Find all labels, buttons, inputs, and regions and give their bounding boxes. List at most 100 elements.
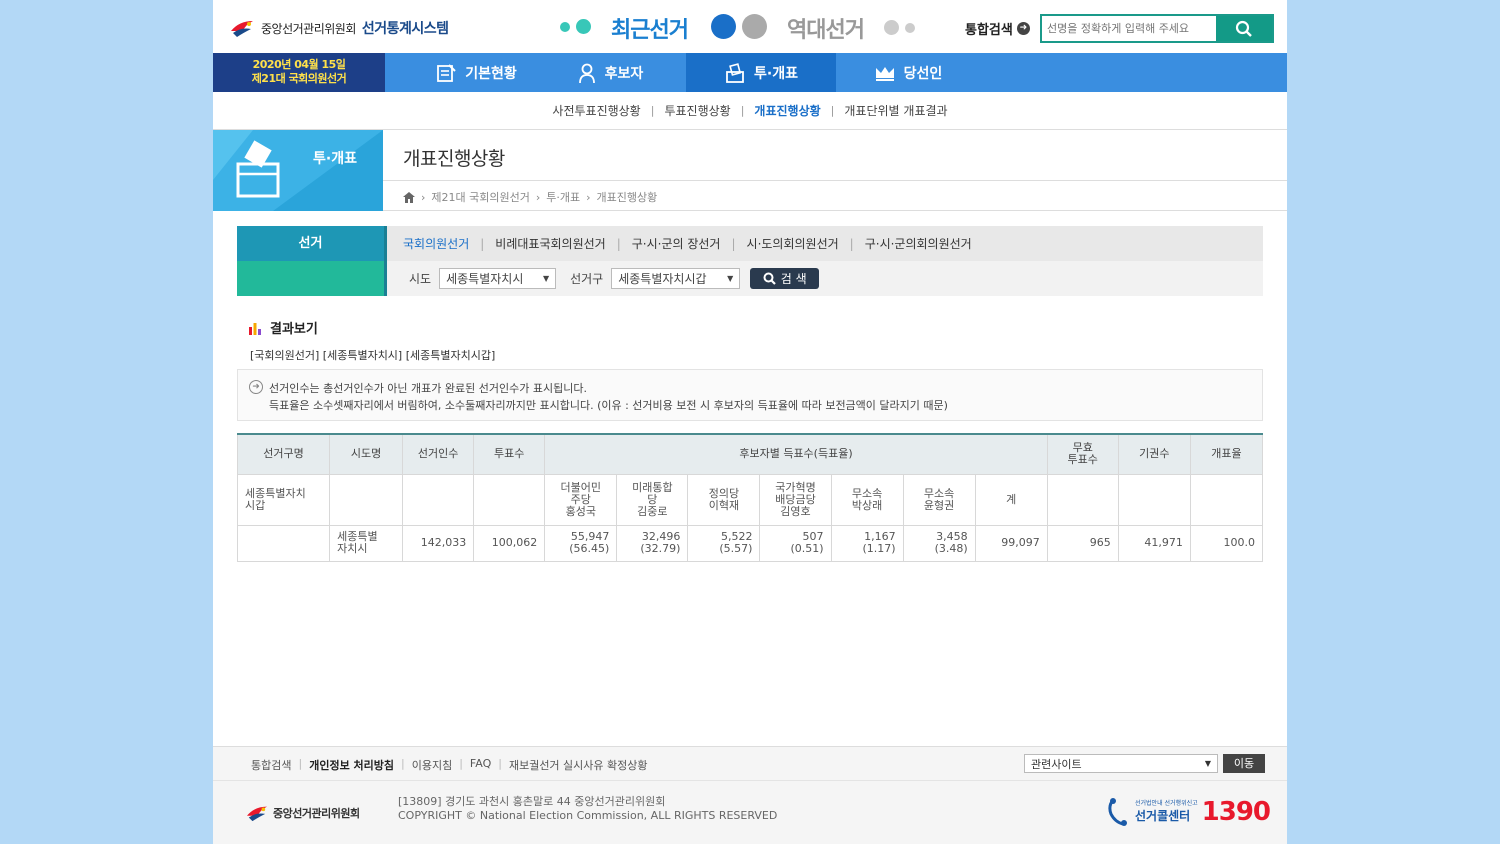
result-path: [국회의원선거] [세종특별자치시] [세종특별자치시갑] — [250, 349, 496, 362]
page-title: 개표진행상황 — [403, 148, 505, 170]
bird-logo-icon — [231, 21, 253, 37]
person-icon — [578, 63, 595, 83]
sido-select[interactable]: 세종특별자치시 ▼ — [439, 268, 557, 289]
past-elections-link[interactable]: 역대선거 — [787, 12, 865, 44]
submenu-early-voting[interactable]: 사전투표진행상황 — [552, 102, 640, 119]
submenu-voting-progress[interactable]: 투표진행상황 — [664, 102, 730, 119]
recent-elections-link[interactable]: 최근선거 — [611, 12, 689, 44]
sido-cell: 세종특별 자치시 — [329, 524, 404, 562]
col-candidate-votes: 후보자별 득표수(득표율) — [544, 433, 1048, 475]
cand-votes-cell: 5,522 (5.57) — [687, 524, 761, 562]
notice-text: 선거인수는 총선거인수가 아닌 개표가 완료된 선거인수가 표시됩니다. — [269, 382, 587, 395]
section-label: 투·개표 — [313, 151, 357, 167]
col-sido: 시도명 — [329, 433, 404, 475]
col-electors: 선거인수 — [402, 433, 475, 475]
chart-bar-icon — [249, 322, 261, 335]
filter-selects: 시도 세종특별자치시 ▼ 선거구 세종특별자치시갑 ▼ 검 색 — [387, 261, 1263, 296]
candidate-total-label: 계 — [974, 473, 1048, 526]
col-invalid: 무효 투표수 — [1046, 433, 1119, 475]
electors-cell: 142,033 — [402, 524, 475, 562]
bird-logo-icon — [247, 806, 267, 822]
nav-basic-status[interactable]: 기본현황 — [401, 53, 551, 92]
footer-link-byelection[interactable]: 재보궐선거 실시사유 확정상황 — [509, 757, 648, 773]
footer-link-faq[interactable]: FAQ — [470, 757, 491, 773]
breadcrumb-item[interactable]: 제21대 국회의원선거 — [431, 189, 529, 205]
result-title: 결과보기 — [248, 318, 318, 337]
arrow-right-icon: ➜ — [1016, 22, 1030, 35]
col-rate: 개표율 — [1189, 433, 1264, 475]
footer-link-privacy[interactable]: 개인정보 처리방침 — [309, 757, 394, 773]
breadcrumb: › 제21대 국회의원선거 › 투·개표 › 개표진행상황 — [403, 189, 657, 205]
footer-address: [13809] 경기도 과천시 홍촌말로 44 중앙선거관리위원회 COPYRI… — [398, 795, 778, 822]
related-sites-select[interactable]: 관련사이트 ▼ — [1024, 754, 1218, 773]
tab-local-council[interactable]: 구·시·군의회의원선거 — [865, 235, 972, 252]
chevron-down-icon: ▼ — [727, 274, 734, 283]
sub-menu: 사전투표진행상황 | 투표진행상황 | 개표진행상황 | 개표단위별 개표결과 — [213, 92, 1287, 130]
footer: 통합검색 | 개인정보 처리방침 | 이용지침 | FAQ | 재보궐선거 실시… — [213, 747, 1287, 844]
election-date-badge[interactable]: 2020년 04월 15일 제21대 국회의원선거 — [213, 53, 385, 92]
district-cell: 세종특별자치 시갑 — [236, 473, 331, 526]
candidate-name: 무소속 윤형권 — [902, 473, 976, 526]
phone-icon — [1108, 798, 1127, 826]
abstain-cell: 41,971 — [1117, 524, 1191, 562]
footer-logo: 중앙선거관리위원회 — [245, 803, 360, 823]
candidate-name: 정의당 이혁재 — [687, 473, 761, 526]
nav-winners[interactable]: 당선인 — [833, 53, 983, 92]
past-dots — [884, 20, 915, 35]
candidate-name: 더불어민 주당 홍성국 — [544, 473, 618, 526]
notice-text: 득표율은 소수셋째자리에서 버림하여, 소수둘째자리까지만 표시합니다. (이유… — [269, 399, 948, 412]
district-label: 선거구 — [570, 272, 604, 286]
page: 중앙선거관리위원회 선거통계시스템 최근선거 역대선거 통합검색 ➜ 선명을 정… — [213, 0, 1287, 844]
integrated-search-label: 통합검색 ➜ — [965, 19, 1030, 38]
crown-icon — [875, 66, 894, 81]
candidate-name: 미래통합 당 김중로 — [616, 473, 689, 526]
call-number: 1390 — [1201, 797, 1271, 827]
document-icon — [437, 63, 456, 82]
cand-votes-cell: 3,458 (3.48) — [902, 524, 976, 562]
candidate-row: 세종특별자치 시갑 더불어민 주당 홍성국 미래통합 당 김중로 정의당 이혁재 국가혁명 배… — [236, 473, 1264, 526]
info-arrow-icon: ➜ — [249, 380, 263, 394]
submenu-counting-results[interactable]: 개표단위별 개표결과 — [844, 102, 947, 119]
cand-votes-cell: 32,496 (32.79) — [616, 524, 689, 562]
search-input[interactable] — [1042, 16, 1216, 41]
filter-search-button[interactable]: 검 색 — [750, 268, 820, 289]
search-icon — [1235, 20, 1252, 37]
call-center: 선거법안내 선거행위신고 선거콜센터 1390 — [1107, 797, 1271, 827]
submenu-counting-progress[interactable]: 개표진행상황 — [754, 102, 820, 119]
site-logo[interactable]: 중앙선거관리위원회 선거통계시스템 — [229, 16, 449, 40]
tab-proportional[interactable]: 비례대표국회의원선거 — [495, 235, 605, 252]
chevron-down-icon: ▼ — [1204, 759, 1211, 768]
col-votes: 투표수 — [473, 433, 546, 475]
search-icon — [763, 272, 776, 285]
cand-votes-cell: 1,167 (1.17) — [830, 524, 904, 562]
footer-link-search[interactable]: 통합검색 — [251, 757, 291, 773]
table-header-row: 선거구명 시도명 선거인수 투표수 후보자별 득표수(득표율) 무효 투표수 기권… — [236, 433, 1264, 475]
district-select[interactable]: 세종특별자치시갑 ▼ — [611, 268, 741, 289]
breadcrumb-item[interactable]: 개표진행상황 — [597, 189, 658, 205]
votes-cell: 100,062 — [473, 524, 546, 562]
nav-candidates[interactable]: 후보자 — [535, 53, 685, 92]
home-icon[interactable] — [403, 191, 415, 203]
search-button[interactable] — [1216, 16, 1272, 41]
nav-voting-counting[interactable]: 투·개표 — [686, 53, 836, 92]
recent-dots — [560, 19, 591, 34]
header: 중앙선거관리위원회 선거통계시스템 최근선거 역대선거 통합검색 ➜ — [213, 0, 1287, 53]
election-type-tabs: 국회의원선거 | 비례대표국회의원선거 | 구·시·군의 장선거 | 시·도의회… — [403, 235, 972, 252]
chevron-down-icon: ▼ — [542, 274, 550, 283]
candidate-name: 무소속 박상래 — [830, 473, 904, 526]
search-box — [1040, 14, 1274, 43]
cand-votes-cell: 55,947 (56.45) — [544, 524, 618, 562]
breadcrumb-item[interactable]: 투·개표 — [546, 189, 580, 205]
org-name: 중앙선거관리위원회 — [261, 21, 356, 36]
ballot-box-icon — [213, 130, 383, 211]
tab-local-head[interactable]: 구·시·군의 장선거 — [632, 235, 721, 252]
tab-national-assembly[interactable]: 국회의원선거 — [403, 235, 469, 252]
sido-label: 시도 — [409, 272, 432, 286]
main-nav: 2020년 04월 15일 제21대 국회의원선거 기본현황 후보자 투·개표 … — [213, 53, 1287, 92]
filter-label: 선거 — [237, 226, 384, 261]
tab-provincial-council[interactable]: 시·도의회의원선거 — [747, 235, 839, 252]
footer-link-guide[interactable]: 이용지침 — [412, 757, 452, 773]
go-button[interactable]: 이동 — [1223, 754, 1265, 773]
candidate-name: 국가혁명 배당금당 김영호 — [759, 473, 832, 526]
invalid-cell: 965 — [1046, 524, 1119, 562]
